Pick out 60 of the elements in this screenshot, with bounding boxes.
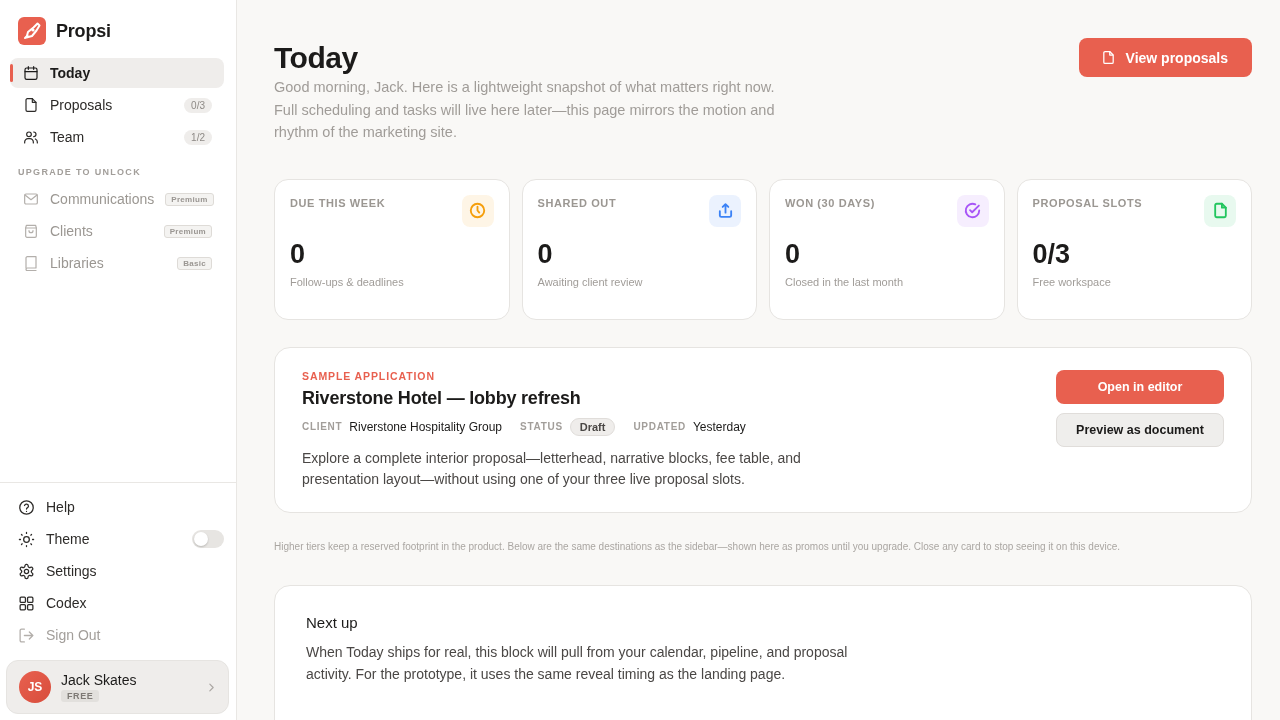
section-heading: UPGRADE TO UNLOCK [17, 166, 142, 179]
menu-item[interactable]: Help [6, 491, 228, 523]
tier-badge: Basic [177, 256, 212, 270]
user-name: Jack Skates [61, 672, 137, 688]
meta-value: Riverstone Hospitality Group [349, 419, 503, 434]
help-icon [18, 498, 35, 516]
page-title: Today [274, 40, 359, 76]
sample-title: Riverstone Hotel — lobby refresh [302, 387, 582, 409]
document-icon [23, 97, 39, 113]
stat-caption: Awaiting client review [537, 275, 644, 288]
stat-label: DUE THIS WEEK [290, 195, 386, 209]
preview-button[interactable]: Preview as document [1056, 412, 1224, 447]
count-badge: 0/3 [184, 97, 212, 113]
sun-icon [18, 530, 35, 548]
stat-value: 0 [537, 237, 554, 271]
chevron-right-icon [209, 682, 214, 692]
stat-label: WON (30 DAYS) [785, 195, 875, 209]
nav-item[interactable]: Proposals 0/3 [10, 90, 224, 120]
stat-caption: Follow-ups & deadlines [290, 275, 405, 288]
pen-nib-logo-icon [18, 17, 46, 45]
shopping-bag-icon [23, 223, 39, 239]
page-subtitle: Good morning, Jack. Here is a lightweight snapshot of what matters right now. Full scheduling and tasks will live here later—this page mirrors the motion and rhythm of the marketing site. [274, 78, 776, 142]
menu-item[interactable]: Settings [6, 555, 228, 587]
stat-value: 0/3 [1032, 237, 1072, 271]
next-up-title: Next up [306, 613, 359, 631]
stat-caption: Free workspace [1032, 275, 1112, 288]
stat-label: SHARED OUT [537, 195, 617, 209]
count-badge: 1/2 [184, 129, 212, 145]
sample-description: Explore a complete interior proposal—letterhead, narrative blocks, fee table, and presentation layout—without using one of your three live proposal slots. [302, 448, 802, 489]
theme-label: Theme [46, 531, 91, 547]
book-icon [23, 255, 39, 271]
footnote-text: Higher tiers keep a reserved footprint in the product. Below are the same destinations as the sidebar—shown here as promos until you upgrade. Close any card to stop seeing it on this device. [274, 540, 1122, 552]
eyebrow-label: SAMPLE APPLICATION [302, 369, 436, 382]
sign-out-icon [18, 626, 35, 644]
nav-item[interactable]: Team 1/2 [10, 122, 224, 152]
envelope-icon [23, 191, 39, 207]
tier-badge: Premium [163, 224, 212, 238]
document-icon [1100, 50, 1116, 65]
nav-item[interactable]: Today [10, 58, 224, 88]
settings-icon [18, 562, 35, 580]
meta-label: STATUS [520, 421, 563, 432]
calendar-icon [23, 65, 39, 81]
status-pill: Draft [569, 417, 616, 436]
people-icon [23, 129, 39, 145]
stat-label: PROPOSAL SLOTS [1032, 195, 1143, 209]
grid-icon [18, 594, 35, 612]
stat-value: 0 [290, 237, 307, 271]
meta-label: UPDATED [633, 421, 686, 432]
stat-caption: Closed in the last month [785, 275, 904, 288]
user-card[interactable]: JS Jack Skates FREE [6, 660, 229, 714]
user-avatar: JS [19, 671, 51, 703]
meta-value: Yesterday [692, 419, 746, 434]
tier-badge: Premium [165, 192, 214, 206]
next-up-text: When Today ships for real, this block will pull from your calendar, pipeline, and proposal activity. For the prototype, it uses the same reveal timing as the landing page. [306, 642, 849, 684]
menu-item[interactable]: Codex [6, 587, 228, 619]
app-name: Propsi [56, 20, 111, 42]
meta-label: CLIENT [302, 421, 343, 432]
plan-badge: FREE [61, 690, 100, 702]
stat-value: 0 [785, 237, 802, 271]
theme-toggle[interactable] [192, 530, 224, 548]
